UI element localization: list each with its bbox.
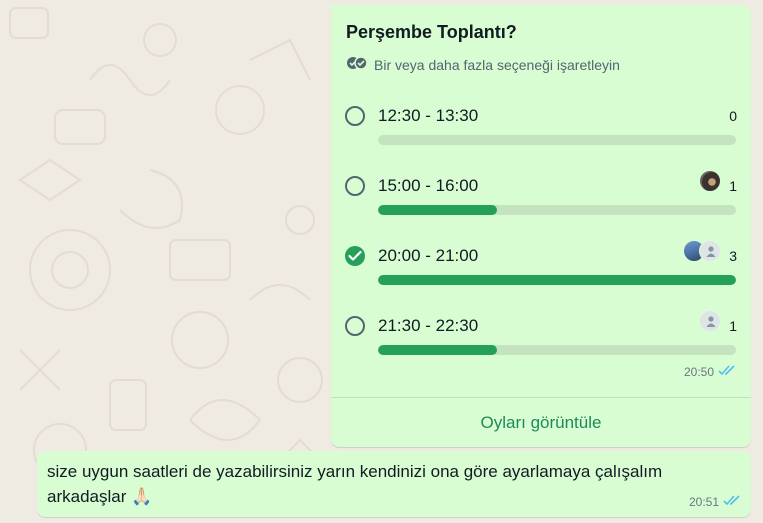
poll-title: Perşembe Toplantı?	[346, 22, 517, 42]
double-tick-read-icon	[718, 365, 736, 379]
double-tick-read-icon	[723, 495, 741, 509]
message-time-text: 20:51	[688, 495, 719, 509]
poll-option-bar-fill	[378, 205, 498, 215]
radio-unchecked[interactable]	[345, 176, 365, 196]
poll-option-label: 21:30 - 22:30	[378, 316, 479, 335]
poll-option-count: 0	[729, 108, 737, 124]
poll-subtitle: Bir veya daha fazla seçeneği işaretleyin	[346, 56, 620, 73]
voter-avatars[interactable]	[699, 170, 721, 192]
poll-option-1[interactable]: 12:30 - 13:30 0	[345, 98, 737, 145]
poll-option-bar-fill	[378, 345, 498, 355]
poll-option-2[interactable]: 15:00 - 16:00 1	[345, 168, 737, 215]
voter-avatars[interactable]	[699, 310, 721, 332]
radio-unchecked[interactable]	[345, 316, 365, 336]
voter-avatars[interactable]	[683, 240, 721, 262]
poll-option-label: 15:00 - 16:00	[378, 176, 479, 195]
poll-option-bar	[378, 345, 736, 355]
voter-avatar	[699, 170, 721, 192]
poll-option-label: 20:00 - 21:00	[378, 246, 479, 265]
poll-option-bar-fill	[378, 275, 736, 285]
message-text: size uygun saatleri de yazabilirsiniz ya…	[47, 462, 663, 506]
poll-timestamp: 20:50	[684, 365, 736, 379]
poll-option-label: 12:30 - 13:30	[378, 106, 479, 125]
message-timestamp: 20:51	[689, 495, 741, 509]
person-icon	[699, 240, 721, 262]
poll-option-4[interactable]: 21:30 - 22:30 1	[345, 308, 737, 355]
poll-option-bar	[378, 275, 736, 285]
checkmark-icon	[348, 250, 362, 261]
poll-subtitle-text: Bir veya daha fazla seçeneği işaretleyin	[374, 56, 620, 73]
radio-unchecked[interactable]	[345, 106, 365, 126]
poll-option-count: 1	[729, 318, 737, 334]
poll-time-text: 20:50	[683, 365, 714, 379]
poll-option-3[interactable]: 20:00 - 21:00 3	[345, 238, 737, 285]
poll-message-bubble: Perşembe Toplantı? Bir veya daha fazla s…	[331, 5, 751, 447]
text-message-bubble: size uygun saatleri de yazabilirsiniz ya…	[37, 451, 751, 517]
view-votes-button[interactable]: Oyları görüntüle	[331, 398, 751, 447]
poll-option-count: 1	[729, 178, 737, 194]
poll-option-bar	[378, 135, 736, 145]
poll-option-count: 3	[729, 248, 737, 264]
poll-option-bar	[378, 205, 736, 215]
radio-checked[interactable]	[345, 246, 365, 266]
double-check-icon	[346, 56, 368, 73]
person-icon	[699, 310, 721, 332]
